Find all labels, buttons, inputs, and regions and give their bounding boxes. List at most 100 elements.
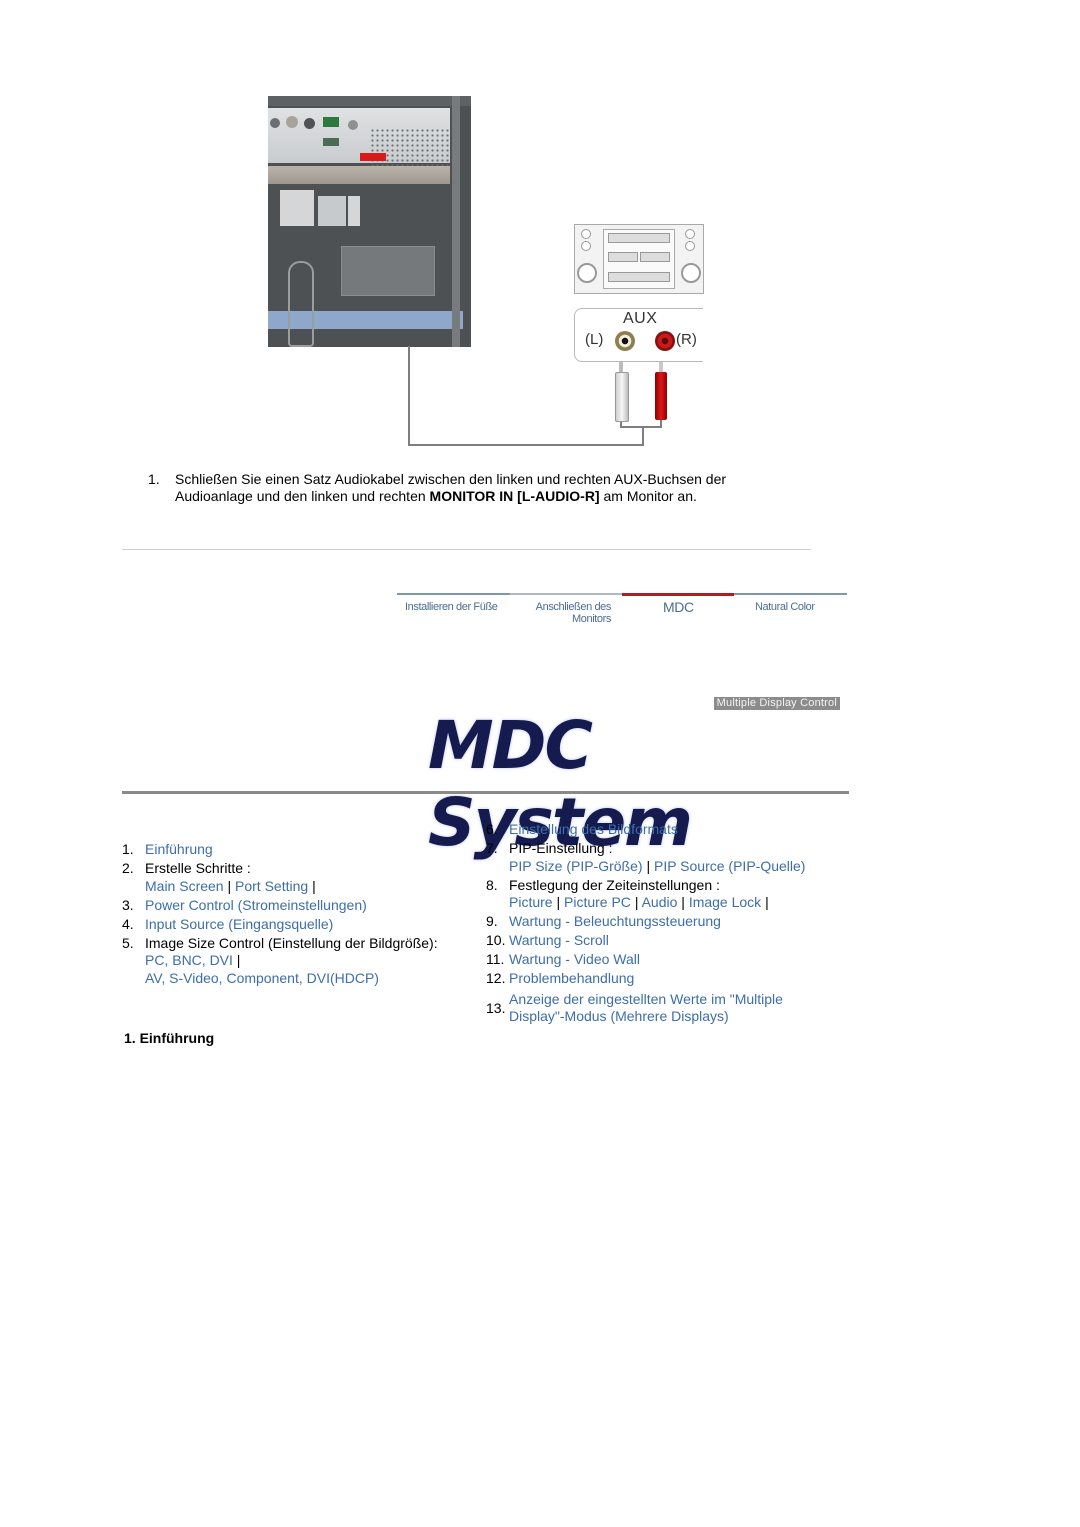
link-separator: | <box>227 877 232 894</box>
port-icon <box>348 120 358 130</box>
cable-segment <box>642 426 644 446</box>
toc-number: 9. <box>486 913 498 929</box>
toc-left-column: 1. Einführung 2. Erstelle Schritte : Mai… <box>122 841 482 987</box>
section-heading: 1. Einführung <box>124 1030 215 1046</box>
toc-text: Festlegung der Zeiteinstellungen : <box>509 876 720 893</box>
white-rca-plug-icon <box>615 372 629 422</box>
toc-link-main-screen[interactable]: Main Screen <box>145 878 224 894</box>
nav-tab-underline <box>734 593 847 595</box>
tape-slot <box>608 252 638 262</box>
toc-link-port-setting[interactable]: Port Setting <box>235 878 308 894</box>
link-separator: | <box>556 894 561 910</box>
toc-number: 11. <box>486 951 505 967</box>
toc-link-lamp-control[interactable]: Wartung - Beleuchtungssteuerung <box>509 913 721 929</box>
cable-segment <box>408 346 410 446</box>
toc-number: 8. <box>486 876 498 893</box>
link-separator: | <box>634 894 639 910</box>
nav-tab-underline <box>397 593 510 595</box>
toc-number: 13. <box>486 999 506 1016</box>
nav-tab-underline-active <box>622 593 734 596</box>
step-text-bold: MONITOR IN [L-AUDIO-R] <box>429 488 600 504</box>
monitor-port-panel <box>268 108 450 170</box>
toc-link-picture[interactable]: Picture <box>509 894 553 910</box>
toc-item: 6. Einstellung des Bildformats <box>486 821 846 839</box>
step-text: Schließen Sie einen Satz Audiokabel zwis… <box>175 471 788 505</box>
link-separator: | <box>312 877 316 894</box>
toc-number: 7. <box>486 840 498 856</box>
right-audio-jack-icon <box>655 331 675 351</box>
port-icon <box>270 118 280 128</box>
toc-number: 1. <box>122 841 134 857</box>
toc-item: 1. Einführung <box>122 841 482 859</box>
toc-number: 6. <box>486 821 498 837</box>
toc-link-pip-source[interactable]: PIP Source (PIP-Quelle) <box>654 858 805 874</box>
toc-number: 2. <box>122 860 134 876</box>
port-icon <box>323 138 339 146</box>
instruction-step: 1. Schließen Sie einen Satz Audiokabel z… <box>148 471 788 505</box>
toc-item: 10. Wartung - Scroll <box>486 932 846 950</box>
nav-tab-underline <box>510 593 622 595</box>
stereo-panel <box>603 229 675 289</box>
tape-slot <box>608 272 670 282</box>
port-icon <box>323 117 339 127</box>
toc-link-scroll[interactable]: Wartung - Scroll <box>509 932 609 948</box>
toc-link-video-wall[interactable]: Wartung - Video Wall <box>509 951 640 967</box>
toc-item: 4. Input Source (Eingangsquelle) <box>122 916 482 934</box>
vent-grille <box>370 128 450 170</box>
left-label: (L) <box>585 331 604 348</box>
port-icon <box>286 116 298 128</box>
link-separator: | <box>646 857 651 874</box>
speaker-icon <box>577 263 597 283</box>
link-separator: | <box>236 952 241 968</box>
toc-item: 8. Festlegung der Zeiteinstellungen : Pi… <box>486 877 846 912</box>
toc-item: 12. Problembehandlung <box>486 970 846 988</box>
toc-item: 2. Erstelle Schritte : Main Screen | Por… <box>122 860 482 895</box>
audio-system-icon <box>574 224 704 294</box>
toc-link-power-control[interactable]: Power Control (Stromeinstellungen) <box>145 897 367 913</box>
nav-tab-connect-monitor[interactable]: Anschließen des Monitors <box>521 601 612 625</box>
toc-item: 3. Power Control (Stromeinstellungen) <box>122 897 482 915</box>
link-separator: | <box>765 894 769 910</box>
cable-segment <box>620 426 662 428</box>
toc-right-column: 6. Einstellung des Bildformats 7. PIP-Ei… <box>486 821 846 1026</box>
toc-link-troubleshooting[interactable]: Problembehandlung <box>509 970 634 986</box>
rating-label <box>318 196 346 226</box>
tape-slot <box>640 252 670 262</box>
nav-tab-feet[interactable]: Installieren der Füße <box>405 601 498 613</box>
section-nav: Installieren der Füße Anschließen des Mo… <box>397 593 847 633</box>
tape-slot <box>608 233 670 243</box>
speaker-icon <box>681 263 701 283</box>
link-separator: | <box>681 894 685 910</box>
rating-label <box>280 190 314 226</box>
red-audio-plug <box>360 153 386 161</box>
toc-number: 5. <box>122 934 134 951</box>
toc-link-image-lock[interactable]: Image Lock <box>689 894 761 910</box>
red-rca-plug-icon <box>655 372 667 420</box>
section-divider <box>122 549 811 550</box>
knob-icon <box>581 241 591 251</box>
knob-icon <box>685 241 695 251</box>
toc-link-introduction[interactable]: Einführung <box>145 841 213 857</box>
toc-link-picture-pc[interactable]: Picture PC <box>564 894 631 910</box>
toc-link-av-svideo-component[interactable]: AV, S-Video, Component, DVI(HDCP) <box>145 970 379 986</box>
toc-link-multiple-display[interactable]: Anzeige der eingestellten Werte im "Mult… <box>509 991 809 1026</box>
toc-link-input-source[interactable]: Input Source (Eingangsquelle) <box>145 916 333 932</box>
toc-link-pc-bnc-dvi[interactable]: PC, BNC, DVI <box>145 952 233 968</box>
info-sticker <box>341 246 435 296</box>
monitor-rail <box>452 96 460 347</box>
toc-link-pip-size[interactable]: PIP Size (PIP-Größe) <box>509 858 643 874</box>
toc-text: Image Size Control (Einstellung der Bild… <box>145 934 438 951</box>
step-number: 1. <box>148 471 160 487</box>
monitor-strip <box>268 166 450 184</box>
port-icon <box>304 118 315 129</box>
aux-label: AUX <box>623 310 658 327</box>
nav-tab-natural-color[interactable]: Natural Color <box>755 601 815 613</box>
nav-tab-mdc[interactable]: MDC <box>663 600 694 614</box>
rating-label <box>348 196 360 226</box>
mdc-system-logo: Multiple Display Control MDC System <box>420 693 850 861</box>
toc-link-audio[interactable]: Audio <box>642 894 678 910</box>
toc-link-image-format[interactable]: Einstellung des Bildformats <box>509 821 678 837</box>
toc-item: 7. PIP-Einstellung : PIP Size (PIP-Größe… <box>486 840 846 875</box>
monitor-top-band <box>268 96 471 106</box>
knob-icon <box>581 229 591 239</box>
